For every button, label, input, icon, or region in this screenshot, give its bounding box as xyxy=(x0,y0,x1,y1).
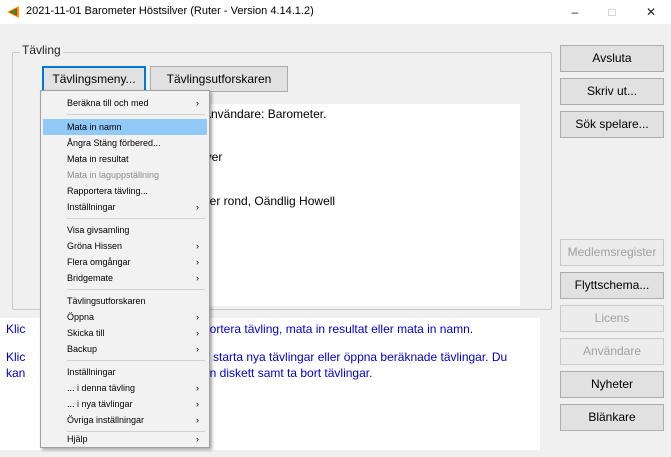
print-button[interactable]: Skriv ut... xyxy=(560,78,664,105)
help-line-3-prefix: kan xyxy=(6,366,26,380)
menu-item-label: ... i denna tävling xyxy=(67,383,136,393)
menu-separator xyxy=(67,114,205,115)
menu-item-green-elevator[interactable]: Gröna Hissen › xyxy=(41,238,209,254)
menu-item-label: Skicka till xyxy=(67,328,105,338)
menu-item-other-settings[interactable]: Övriga inställningar › xyxy=(41,412,209,428)
movement-description: per rond, Oändlig Howell xyxy=(203,194,336,208)
menu-item-label: ... i nya tävlingar xyxy=(67,399,133,409)
help-line-2-prefix: Klic xyxy=(6,350,26,364)
menu-item-label: Beräkna till och med xyxy=(67,98,149,108)
title-bar: 2021-11-01 Barometer Höstsilver (Ruter -… xyxy=(0,0,671,24)
menu-separator xyxy=(67,360,205,361)
menu-item-backup[interactable]: Backup › xyxy=(41,341,209,357)
menu-item-in-this-competition[interactable]: ... i denna tävling › xyxy=(41,380,209,396)
menu-item-undo-close-prepare[interactable]: Ångra Stäng förbered... xyxy=(41,135,209,151)
submenu-arrow-icon: › xyxy=(196,98,199,108)
menu-item-label: Bridgemate xyxy=(67,273,114,283)
menu-item-label: Flera omgångar xyxy=(67,257,131,267)
menu-item-label: Mata in laguppställning xyxy=(67,170,160,180)
maximize-button[interactable]: □ xyxy=(592,0,632,24)
help-line-1-prefix: Klic xyxy=(6,322,26,336)
menu-item-label: Visa givsamling xyxy=(67,225,130,235)
menu-item-enter-results[interactable]: Mata in resultat xyxy=(41,151,209,167)
close-button[interactable]: ✕ xyxy=(631,0,671,24)
menu-item-label: Hjälp xyxy=(67,434,88,444)
menu-separator xyxy=(67,218,205,219)
minimize-button[interactable]: – xyxy=(555,0,595,24)
submenu-arrow-icon: › xyxy=(196,312,199,322)
menu-item-show-deal-collection[interactable]: Visa givsamling xyxy=(41,222,209,238)
menu-item-label: Öppna xyxy=(67,312,95,322)
menu-item-label: Mata in resultat xyxy=(67,154,129,164)
submenu-arrow-icon: › xyxy=(196,241,199,251)
menu-item-enter-names[interactable]: Mata in namn xyxy=(43,119,207,135)
menu-item-label: Ångra Stäng förbered... xyxy=(67,138,161,148)
menu-item-settings-submenu[interactable]: Inställningar › xyxy=(41,199,209,215)
menu-item-send-to[interactable]: Skicka till › xyxy=(41,325,209,341)
menu-item-label: Rapportera tävling... xyxy=(67,186,149,196)
member-register-button[interactable]: Medlemsregister xyxy=(560,239,664,266)
menu-item-in-new-competitions[interactable]: ... i nya tävlingar › xyxy=(41,396,209,412)
competition-explorer-button[interactable]: Tävlingsutforskaren xyxy=(150,66,288,92)
menu-item-help[interactable]: Hjälp › xyxy=(41,431,209,447)
submenu-arrow-icon: › xyxy=(196,399,199,409)
users-button[interactable]: Användare xyxy=(560,338,664,365)
menu-item-label: Tävlingsutforskaren xyxy=(67,296,146,306)
menu-item-report-competition[interactable]: Rapportera tävling... xyxy=(41,183,209,199)
search-player-button[interactable]: Sök spelare... xyxy=(560,111,664,138)
help-line-1-suffix: portera tävling, mata in resultat eller … xyxy=(203,322,474,336)
submenu-arrow-icon: › xyxy=(196,202,199,212)
menu-item-label: Backup xyxy=(67,344,98,354)
submenu-arrow-icon: › xyxy=(196,434,199,444)
menu-item-calculate-through[interactable]: Beräkna till och med › xyxy=(41,95,209,111)
menu-item-label: Inställningar xyxy=(67,202,116,212)
menu-item-multiple-rounds[interactable]: Flera omgångar › xyxy=(41,254,209,270)
submenu-arrow-icon: › xyxy=(196,415,199,425)
menu-item-label: Mata in namn xyxy=(67,122,122,132)
menu-item-label: Övriga inställningar xyxy=(67,415,145,425)
movement-schedule-button[interactable]: Flyttschema... xyxy=(560,272,664,299)
menu-item-settings-header: Inställningar xyxy=(41,364,209,380)
menu-item-label: Gröna Hissen xyxy=(67,241,123,251)
submenu-arrow-icon: › xyxy=(196,257,199,267)
menu-item-open[interactable]: Öppna › xyxy=(41,309,209,325)
submenu-arrow-icon: › xyxy=(196,273,199,283)
competition-dropdown-menu: Beräkna till och med › Mata in namn Ångra… xyxy=(40,90,210,448)
news-button[interactable]: Nyheter xyxy=(560,371,664,398)
license-button[interactable]: Licens xyxy=(560,305,664,332)
menu-item-label: Inställningar xyxy=(67,367,116,377)
menu-item-competition-explorer[interactable]: Tävlingsutforskaren xyxy=(41,293,209,309)
menu-item-bridgemate[interactable]: Bridgemate › xyxy=(41,270,209,286)
exit-button[interactable]: Avsluta xyxy=(560,45,664,72)
menu-separator xyxy=(67,289,205,290)
user-label: Användare: Barometer. xyxy=(203,107,327,121)
submenu-arrow-icon: › xyxy=(196,344,199,354)
ruter-app-icon xyxy=(7,6,19,18)
submenu-arrow-icon: › xyxy=(196,383,199,393)
help-line-3-suffix: ån diskett samt ta bort tävlingar. xyxy=(203,366,373,380)
bulletin-button[interactable]: Blänkare xyxy=(560,404,664,431)
menu-item-enter-team-lineup[interactable]: Mata in laguppställning xyxy=(41,167,209,183)
competition-menu-button[interactable]: Tävlingsmeny... xyxy=(42,66,146,92)
group-label: Tävling xyxy=(20,43,63,57)
help-line-2-suffix: tt starta nya tävlingar eller öppna berä… xyxy=(203,350,508,364)
submenu-arrow-icon: › xyxy=(196,328,199,338)
window-title: 2021-11-01 Barometer Höstsilver (Ruter -… xyxy=(26,5,314,17)
